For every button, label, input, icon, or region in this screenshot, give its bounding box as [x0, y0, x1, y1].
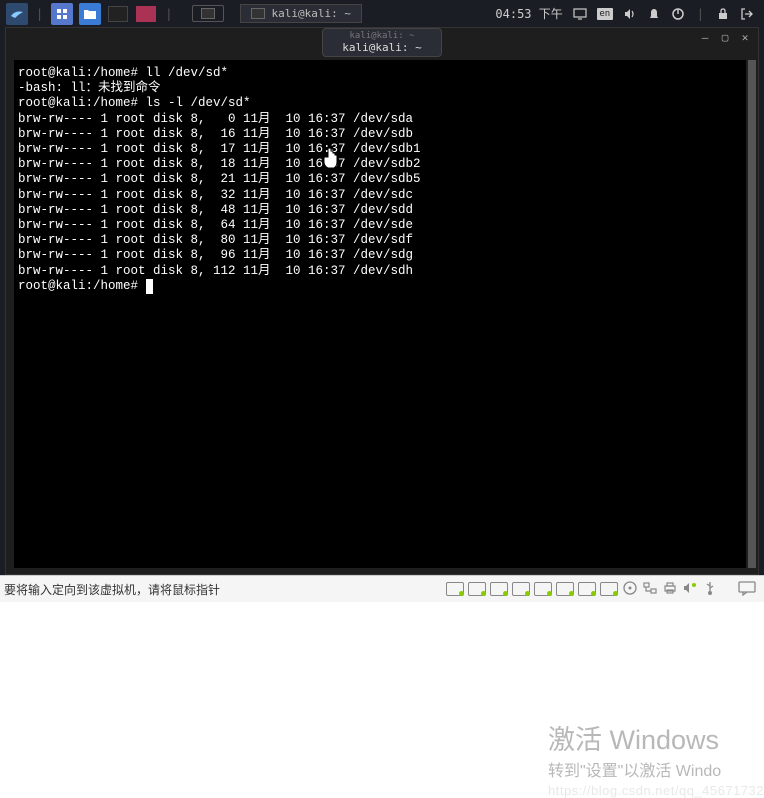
panel-left: | | kali@kali: ~ [0, 3, 362, 25]
scrollbar[interactable] [748, 60, 756, 568]
task-label: kali@kali: ~ [271, 7, 350, 20]
command: ll /dev/sd* [138, 66, 228, 80]
vm-disk-icon[interactable] [512, 582, 530, 596]
ls-row: brw-rw---- 1 root disk 8, 18 11月 10 16:3… [18, 157, 742, 172]
cursor [146, 279, 153, 294]
watermark-subtitle: 转到"设置"以激活 Windo [548, 757, 764, 781]
taskbar-terminal-active[interactable] [192, 5, 224, 22]
ls-output: brw-rw---- 1 root disk 8, 0 11月 10 16:37… [18, 112, 742, 279]
vm-disk-icon[interactable] [534, 582, 552, 596]
windows-activation-watermark: 激活 Windows 转到"设置"以激活 Windo https://blog.… [548, 718, 764, 798]
vm-cd-icon[interactable] [622, 580, 638, 599]
vm-network-icon[interactable] [642, 580, 658, 599]
lock-icon[interactable] [716, 7, 730, 21]
vm-disk-icon[interactable] [490, 582, 508, 596]
command: ls -l /dev/sd* [138, 96, 251, 110]
separator: | [36, 7, 43, 21]
notification-icon[interactable] [647, 7, 661, 21]
ls-row: brw-rw---- 1 root disk 8, 0 11月 10 16:37… [18, 112, 742, 127]
vm-disk-icon[interactable] [556, 582, 574, 596]
files-icon[interactable] [79, 3, 101, 25]
ls-row: brw-rw---- 1 root disk 8, 17 11月 10 16:3… [18, 142, 742, 157]
host-area: 激活 Windows 转到"设置"以激活 Windo https://blog.… [0, 602, 764, 798]
ls-row: brw-rw---- 1 root disk 8, 64 11月 10 16:3… [18, 218, 742, 233]
prompt: root@kali:/home# [18, 279, 138, 293]
separator: | [165, 7, 172, 21]
vm-disk-icon[interactable] [468, 582, 486, 596]
clock[interactable]: 04:53 下午 [495, 5, 562, 22]
desktop: | | kali@kali: ~ 04:53 下午 [0, 0, 764, 575]
ls-row: brw-rw---- 1 root disk 8, 96 11月 10 16:3… [18, 248, 742, 263]
ls-row: brw-rw---- 1 root disk 8, 112 11月 10 16:… [18, 264, 742, 279]
ls-row: brw-rw---- 1 root disk 8, 32 11月 10 16:3… [18, 188, 742, 203]
prompt: root@kali:/home# [18, 66, 138, 80]
cursor-space [138, 279, 146, 293]
vm-disk-icon[interactable] [578, 582, 596, 596]
ls-row: brw-rw---- 1 root disk 8, 16 11月 10 16:3… [18, 127, 742, 142]
ls-row: brw-rw---- 1 root disk 8, 80 11月 10 16:3… [18, 233, 742, 248]
top-panel: | | kali@kali: ~ 04:53 下午 [0, 0, 764, 27]
terminal-launcher-icon[interactable] [107, 3, 129, 25]
watermark-url: https://blog.csdn.net/qq_45671732 [548, 783, 764, 798]
power-icon[interactable] [671, 7, 685, 21]
vm-device-icons [446, 580, 764, 599]
close-button[interactable]: ✕ [738, 31, 752, 44]
terminal-icon [251, 8, 265, 19]
vm-usb-icon[interactable] [702, 580, 718, 599]
ls-row: brw-rw---- 1 root disk 8, 48 11月 10 16:3… [18, 203, 742, 218]
vm-status-text: 要将输入定向到该虚拟机，请将鼠标指针 [0, 581, 220, 598]
window-title-tab[interactable]: kali@kali: ~ kali@kali: ~ [322, 28, 442, 57]
vm-disk-icon[interactable] [600, 582, 618, 596]
panel-right: 04:53 下午 en | [495, 5, 764, 22]
terminal-icon [201, 8, 215, 19]
kali-menu-icon[interactable] [6, 3, 28, 25]
maximize-button[interactable]: ▢ [718, 31, 732, 44]
volume-icon[interactable] [623, 7, 637, 21]
activities-icon[interactable] [51, 3, 73, 25]
window-controls: — ▢ ✕ [698, 31, 752, 44]
keyboard-icon[interactable]: en [597, 8, 613, 20]
vm-status-bar: 要将输入定向到该虚拟机，请将鼠标指针 [0, 575, 764, 602]
logout-icon[interactable] [740, 7, 754, 21]
title-main: kali@kali: ~ [323, 41, 441, 54]
workspace-icon[interactable] [135, 3, 157, 25]
separator: | [697, 7, 704, 21]
display-icon[interactable] [573, 7, 587, 21]
vm-printer-icon[interactable] [662, 580, 678, 599]
vm-message-icon[interactable] [738, 580, 756, 599]
taskbar-window-item[interactable]: kali@kali: ~ [240, 4, 361, 23]
vm-sound-icon[interactable] [682, 580, 698, 599]
minimize-button[interactable]: — [698, 31, 712, 44]
watermark-title: 激活 Windows [548, 718, 764, 757]
prompt: root@kali:/home# [18, 96, 138, 110]
scroll-thumb[interactable] [748, 60, 756, 568]
error-output: -bash: ll：未找到命令 [18, 81, 742, 96]
terminal-body[interactable]: root@kali:/home# ll /dev/sd*-bash: ll：未找… [14, 60, 746, 568]
terminal-window: kali@kali: ~ kali@kali: ~ — ▢ ✕ root@kal… [5, 27, 759, 575]
title-small: kali@kali: ~ [323, 31, 441, 41]
ls-row: brw-rw---- 1 root disk 8, 21 11月 10 16:3… [18, 172, 742, 187]
vm-disk-icon[interactable] [446, 582, 464, 596]
